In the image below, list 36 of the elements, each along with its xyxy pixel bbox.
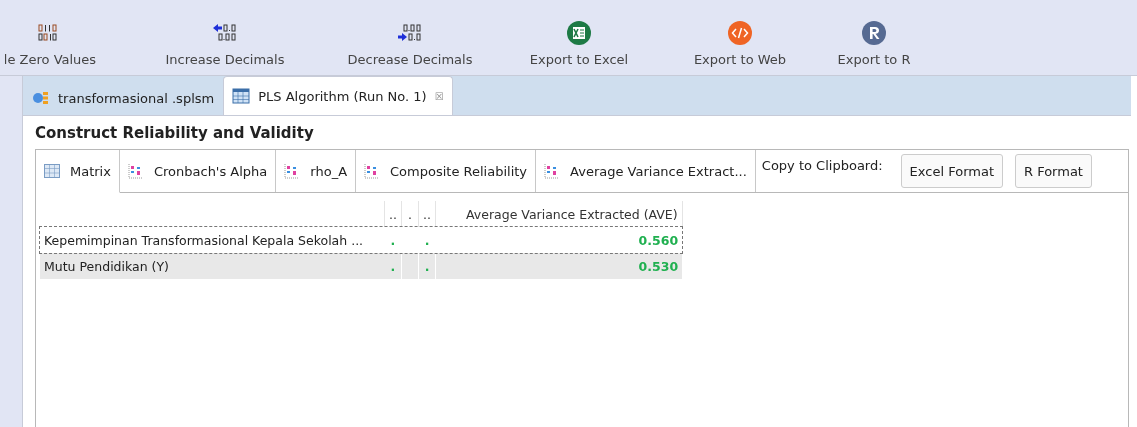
table-row[interactable]: Mutu Pendidikan (Y) . . 0.530 bbox=[40, 253, 683, 279]
toolbar-label[interactable]: Export to Excel bbox=[529, 52, 629, 67]
bar-chart-icon bbox=[284, 163, 301, 179]
close-icon[interactable]: ☒ bbox=[434, 90, 444, 102]
grid-icon bbox=[44, 164, 60, 178]
view-tab[interactable]: Matrix bbox=[36, 150, 120, 193]
column-header: . bbox=[401, 201, 419, 227]
section-title: Construct Reliability and Validity bbox=[35, 123, 315, 144]
toolbar-label[interactable]: Increase Decimals bbox=[165, 52, 285, 67]
column-header: .. bbox=[384, 201, 402, 227]
decrease-decimals-icon[interactable] bbox=[397, 24, 423, 42]
spreadsheet-icon[interactable] bbox=[567, 21, 591, 45]
clipboard-label: Copy to Clipboard: bbox=[760, 157, 884, 175]
toolbar-label[interactable]: le Zero Values bbox=[3, 52, 97, 67]
toolbar-label[interactable]: Export to Web bbox=[693, 52, 787, 67]
bar-chart-icon bbox=[544, 163, 561, 179]
bar-chart-icon bbox=[364, 163, 381, 179]
editor-tab[interactable]: PLS Algorithm (Run No. 1) ☒ bbox=[223, 76, 453, 115]
model-icon bbox=[32, 90, 50, 106]
code-icon[interactable] bbox=[728, 21, 752, 45]
table-icon bbox=[232, 88, 251, 104]
increase-decimals-icon[interactable] bbox=[212, 24, 238, 42]
r-letter-icon[interactable] bbox=[862, 21, 886, 45]
column-header: .. bbox=[418, 201, 436, 227]
bar-chart-icon bbox=[127, 163, 144, 179]
editor-tab[interactable]: transformasional .splsm bbox=[23, 80, 224, 115]
toolbar-label[interactable]: Decrease Decimals bbox=[347, 52, 473, 67]
toolbar-label[interactable]: Export to R bbox=[837, 52, 911, 67]
row-header-cell: Mutu Pendidikan (Y) bbox=[40, 253, 385, 279]
copy-format-button[interactable]: R Format bbox=[1015, 154, 1092, 188]
row-header-cell: Kepemimpinan Transformasional Kepala Sekolah ... bbox=[40, 227, 385, 253]
table-row[interactable]: Kepemimpinan Transformasional Kepala Sekolah ... . . 0.560 bbox=[40, 227, 683, 253]
copy-format-button[interactable]: Excel Format bbox=[900, 154, 1003, 188]
value-cell: 0.530 bbox=[435, 253, 683, 279]
column-header: Average Variance Extracted (AVE) bbox=[435, 201, 683, 227]
value-cell: 0.560 bbox=[435, 227, 683, 253]
